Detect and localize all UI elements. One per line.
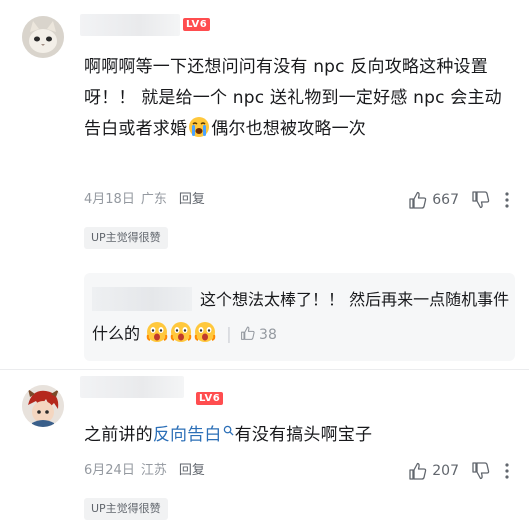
like-count: 667 [432,192,459,208]
comment-date: 4月18日 [84,192,135,207]
reply-button[interactable]: 回复 [179,463,205,478]
reply-button[interactable]: 回复 [179,192,205,207]
comment-date: 6月24日 [84,463,135,478]
dislike-button[interactable] [471,190,491,210]
thumbs-up-icon [409,191,427,209]
like-count: 207 [432,463,459,479]
scared-emoji [170,322,192,342]
thumbs-up-icon [409,462,427,480]
up-liked-tag: UP主觉得很赞 [84,227,168,249]
comment-actions: 667 [408,190,511,210]
avatar[interactable] [22,385,64,427]
more-button[interactable] [503,462,511,480]
cat-avatar-image [22,16,64,58]
avatar[interactable] [22,16,64,58]
sub-reply: 这个想法太棒了！！ 然后再来一点随机事件什么的 | 38 [84,273,515,361]
sub-reply-text: 这个想法太棒了！！ 然后再来一点随机事件什么的 | 38 [92,283,512,352]
comment-text-before: 之前讲的 [84,425,153,445]
thumbs-up-icon [241,326,255,340]
more-icon [505,192,509,208]
comment-actions: 207 [408,461,511,481]
up-liked-tag: UP主觉得很赞 [84,498,168,520]
username-blurred[interactable] [80,376,184,398]
comment-meta: 6月24日 江苏 回复 [84,461,211,481]
comment-location: 广东 [140,192,167,207]
more-icon [505,463,509,479]
scared-emoji [146,322,168,342]
comment-text: 啊啊啊等一下还想问问有没有 npc 反向攻略这种设置呀！！ 就是给一个 npc … [84,52,509,145]
more-button[interactable] [503,191,511,209]
crying-emoji [189,117,210,137]
comment-text-part2: 偶尔也想被攻略一次 [211,119,367,139]
thumbs-down-icon [472,191,490,209]
topic-link[interactable]: 反向告白 [153,425,222,445]
like-button[interactable]: 207 [408,461,459,481]
comment-location: 江苏 [140,463,167,478]
sub-reply-like-count: 38 [259,327,277,343]
level-badge: LV6 [196,392,224,405]
comment-divider [0,369,529,370]
thumbs-down-icon [472,462,490,480]
separator: | [226,324,232,343]
anime-avatar-image [22,385,64,427]
comment-text: 之前讲的反向告白 有没有搞头啊宝子 [84,420,509,451]
sub-reply-like-button[interactable]: 38 [236,326,277,343]
search-icon[interactable] [223,425,234,436]
like-button[interactable]: 667 [408,190,459,210]
comment-text-after: 有没有搞头啊宝子 [234,425,373,445]
level-badge: LV6 [183,18,211,31]
scared-emoji [194,322,216,342]
dislike-button[interactable] [471,461,491,481]
username-blurred[interactable] [80,14,180,36]
comment-meta: 4月18日 广东 回复 [84,190,211,210]
